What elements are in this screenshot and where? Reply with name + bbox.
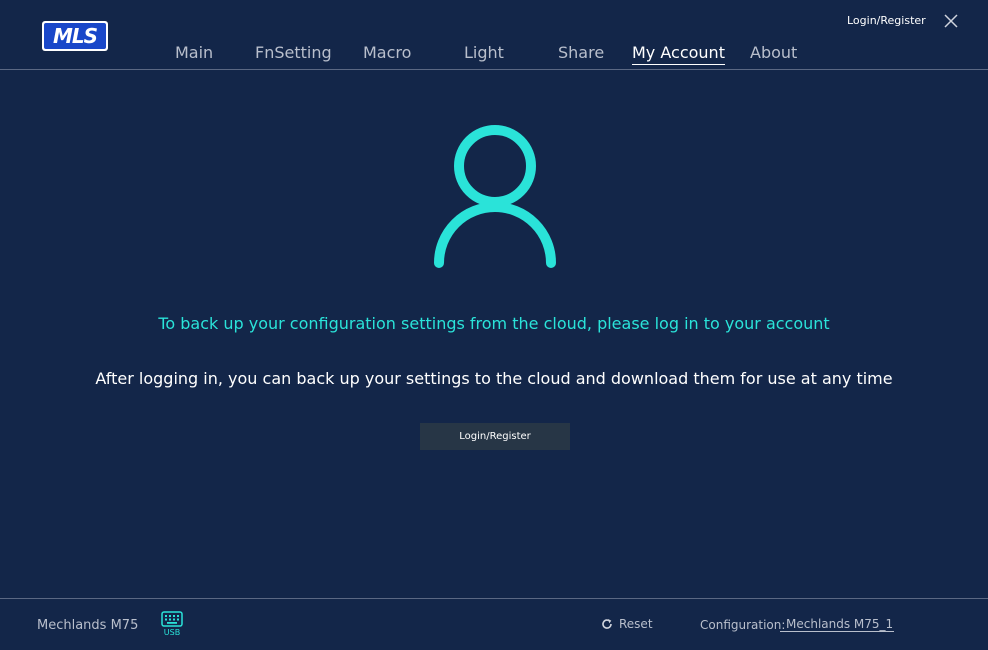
brand-logo: MLS [42,21,108,51]
configuration-select[interactable]: Mechlands M75_1 [780,617,894,632]
close-icon [944,14,958,28]
header-login-register-link[interactable]: Login/Register [847,14,926,27]
refresh-icon [602,619,612,629]
header: MLS Main FnSetting Macro Light Share My … [0,0,988,70]
user-icon [434,125,556,268]
app-window: MLS Main FnSetting Macro Light Share My … [0,0,988,650]
tab-macro[interactable]: Macro [363,42,411,64]
reset-label: Reset [619,617,653,631]
tab-main[interactable]: Main [175,42,213,64]
login-prompt-headline: To back up your configuration settings f… [158,314,830,333]
tab-my-account[interactable]: My Account [632,42,725,65]
usb-label: USB [163,628,181,637]
login-prompt-description: After logging in, you can back up your s… [95,369,893,388]
tab-about[interactable]: About [750,42,797,64]
tab-light[interactable]: Light [464,42,504,64]
reset-button[interactable]: Reset [601,617,653,631]
keyboard-icon [161,611,183,627]
configuration-label: Configuration: [700,618,786,632]
tab-fnsetting[interactable]: FnSetting [255,42,332,64]
usb-connection-indicator: USB [160,611,184,641]
tab-share[interactable]: Share [558,42,604,64]
login-register-button[interactable]: Login/Register [420,423,570,450]
close-button[interactable] [943,13,959,29]
device-name: Mechlands M75 [37,618,139,633]
status-bar: Mechlands M75 USB Reset Configuration: M… [0,598,988,650]
brand-logo-text: MLS [44,23,106,49]
